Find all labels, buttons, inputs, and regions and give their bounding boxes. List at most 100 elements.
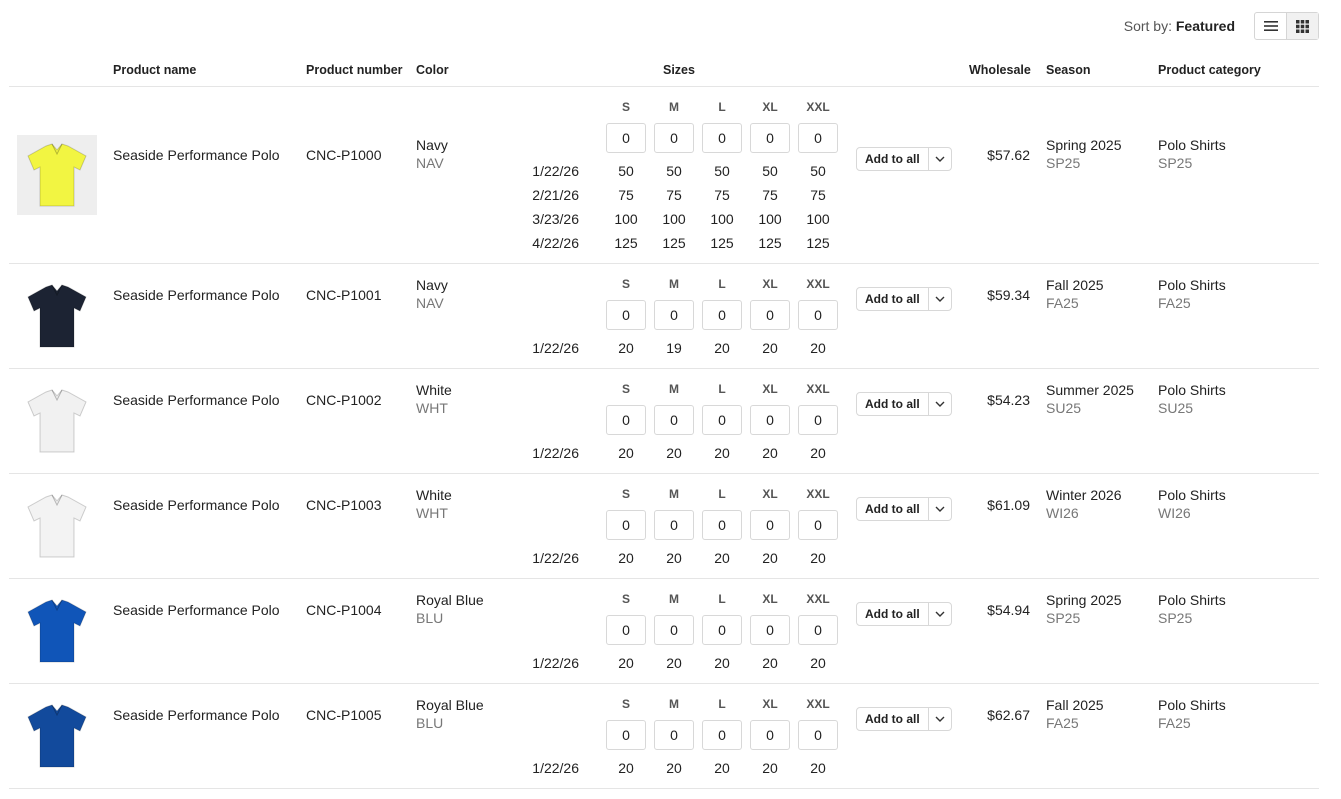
- grid-icon: [1296, 19, 1309, 33]
- availability-value: 50: [666, 163, 682, 179]
- quantity-input-l[interactable]: 0: [702, 615, 742, 645]
- quantity-input-xl[interactable]: 0: [750, 720, 790, 750]
- add-to-all-label: Add to all: [865, 397, 920, 411]
- yellow-polo-shirt-icon[interactable]: [17, 135, 97, 215]
- quantity-input-m[interactable]: 0: [654, 510, 694, 540]
- white-polo-shirt-icon[interactable]: [17, 381, 97, 461]
- quantity-input-m[interactable]: 0: [654, 300, 694, 330]
- product-number: CNC-P1001: [306, 287, 382, 303]
- color-cell: Navy NAV: [416, 277, 448, 311]
- product-name[interactable]: Seaside Performance Polo: [113, 147, 280, 163]
- availability-date: 4/22/26: [532, 235, 579, 251]
- product-name[interactable]: Seaside Performance Polo: [113, 602, 280, 618]
- size-label-xxl: XXL: [806, 592, 830, 606]
- quantity-input-s[interactable]: 0: [606, 123, 646, 153]
- royal-blue-polo-shirt-icon[interactable]: [17, 696, 97, 776]
- sort-value[interactable]: Featured: [1176, 18, 1235, 34]
- size-labels: S M L XL XXL: [602, 277, 842, 291]
- availability-date: 2/21/26: [532, 187, 579, 203]
- color-code: WHT: [416, 400, 448, 416]
- quantity-input-l[interactable]: 0: [702, 300, 742, 330]
- quantity-input-m[interactable]: 0: [654, 615, 694, 645]
- size-label-xxl: XXL: [806, 487, 830, 501]
- royal-blue-polo-shirt-icon[interactable]: [17, 591, 97, 671]
- quantity-input-s[interactable]: 0: [606, 300, 646, 330]
- col-season: Season: [1046, 63, 1091, 77]
- add-to-all-dropdown[interactable]: [927, 393, 951, 415]
- quantity-input-xl[interactable]: 0: [750, 615, 790, 645]
- quantity-input-l[interactable]: 0: [702, 123, 742, 153]
- size-label-s: S: [621, 592, 630, 606]
- add-to-all-dropdown[interactable]: [927, 288, 951, 310]
- chevron-down-icon: [935, 611, 945, 617]
- color-cell: White WHT: [416, 382, 452, 416]
- quantity-input-xl[interactable]: 0: [750, 300, 790, 330]
- add-to-all-button[interactable]: Add to all: [856, 497, 952, 521]
- sort-control[interactable]: Sort by: Featured: [1124, 18, 1235, 34]
- product-name[interactable]: Seaside Performance Polo: [113, 287, 280, 303]
- product-name[interactable]: Seaside Performance Polo: [113, 497, 280, 513]
- product-name[interactable]: Seaside Performance Polo: [113, 707, 280, 723]
- season-cell: Spring 2025 SP25: [1046, 137, 1122, 171]
- color-name: White: [416, 382, 452, 398]
- toolbar: Sort by: Featured: [0, 12, 1341, 40]
- quantity-inputs: 00000: [602, 123, 842, 153]
- availability-value: 20: [714, 655, 730, 671]
- add-to-all-dropdown[interactable]: [927, 603, 951, 625]
- availability-value: 50: [714, 163, 730, 179]
- add-to-all-button[interactable]: Add to all: [856, 392, 952, 416]
- grid-view-button[interactable]: [1286, 13, 1318, 39]
- quantity-input-m[interactable]: 0: [654, 405, 694, 435]
- size-labels: S M L XL XXL: [602, 100, 842, 114]
- list-view-button[interactable]: [1255, 13, 1286, 39]
- quantity-input-s[interactable]: 0: [606, 405, 646, 435]
- quantity-input-xl[interactable]: 0: [750, 510, 790, 540]
- add-to-all-button[interactable]: Add to all: [856, 147, 952, 171]
- size-label-xxl: XXL: [806, 277, 830, 291]
- availability-row: 50 50 50 50 50: [602, 163, 842, 179]
- quantity-input-m[interactable]: 0: [654, 123, 694, 153]
- quantity-input-xxl[interactable]: 0: [798, 720, 838, 750]
- quantity-input-l[interactable]: 0: [702, 720, 742, 750]
- add-to-all-button[interactable]: Add to all: [856, 287, 952, 311]
- category-code: WI26: [1158, 505, 1191, 521]
- quantity-input-m[interactable]: 0: [654, 720, 694, 750]
- availability-value: 125: [806, 235, 830, 251]
- quantity-input-xxl[interactable]: 0: [798, 123, 838, 153]
- quantity-input-s[interactable]: 0: [606, 615, 646, 645]
- size-labels: S M L XL XXL: [602, 487, 842, 501]
- availability-value: 75: [714, 187, 730, 203]
- quantity-input-s[interactable]: 0: [606, 720, 646, 750]
- quantity-input-l[interactable]: 0: [702, 405, 742, 435]
- col-color: Color: [416, 63, 449, 77]
- add-to-all-dropdown[interactable]: [927, 148, 951, 170]
- availability-value: 20: [714, 550, 730, 566]
- add-to-all-dropdown[interactable]: [927, 498, 951, 520]
- season-cell: Fall 2025 FA25: [1046, 277, 1104, 311]
- quantity-input-xl[interactable]: 0: [750, 405, 790, 435]
- chevron-down-icon: [935, 506, 945, 512]
- size-label-xxl: XXL: [806, 100, 830, 114]
- add-to-all-dropdown[interactable]: [927, 708, 951, 730]
- quantity-input-xxl[interactable]: 0: [798, 615, 838, 645]
- white-polo-shirt-icon[interactable]: [17, 486, 97, 566]
- quantity-inputs: 00000: [602, 405, 842, 435]
- quantity-input-xxl[interactable]: 0: [798, 300, 838, 330]
- quantity-input-l[interactable]: 0: [702, 510, 742, 540]
- polo-shirt-image: [27, 494, 87, 558]
- availability-value: 20: [618, 760, 634, 776]
- category-name: Polo Shirts: [1158, 137, 1226, 153]
- quantity-input-xl[interactable]: 0: [750, 123, 790, 153]
- availability-value: 20: [762, 340, 778, 356]
- category-cell: Polo Shirts FA25: [1158, 277, 1226, 311]
- product-name[interactable]: Seaside Performance Polo: [113, 392, 280, 408]
- table-header: Product name Product number Color Sizes …: [9, 54, 1319, 87]
- quantity-input-s[interactable]: 0: [606, 510, 646, 540]
- add-to-all-button[interactable]: Add to all: [856, 707, 952, 731]
- add-to-all-button[interactable]: Add to all: [856, 602, 952, 626]
- quantity-input-xxl[interactable]: 0: [798, 510, 838, 540]
- availability-value: 20: [618, 655, 634, 671]
- navy-polo-shirt-icon[interactable]: [17, 276, 97, 356]
- availability-value: 19: [666, 340, 682, 356]
- quantity-input-xxl[interactable]: 0: [798, 405, 838, 435]
